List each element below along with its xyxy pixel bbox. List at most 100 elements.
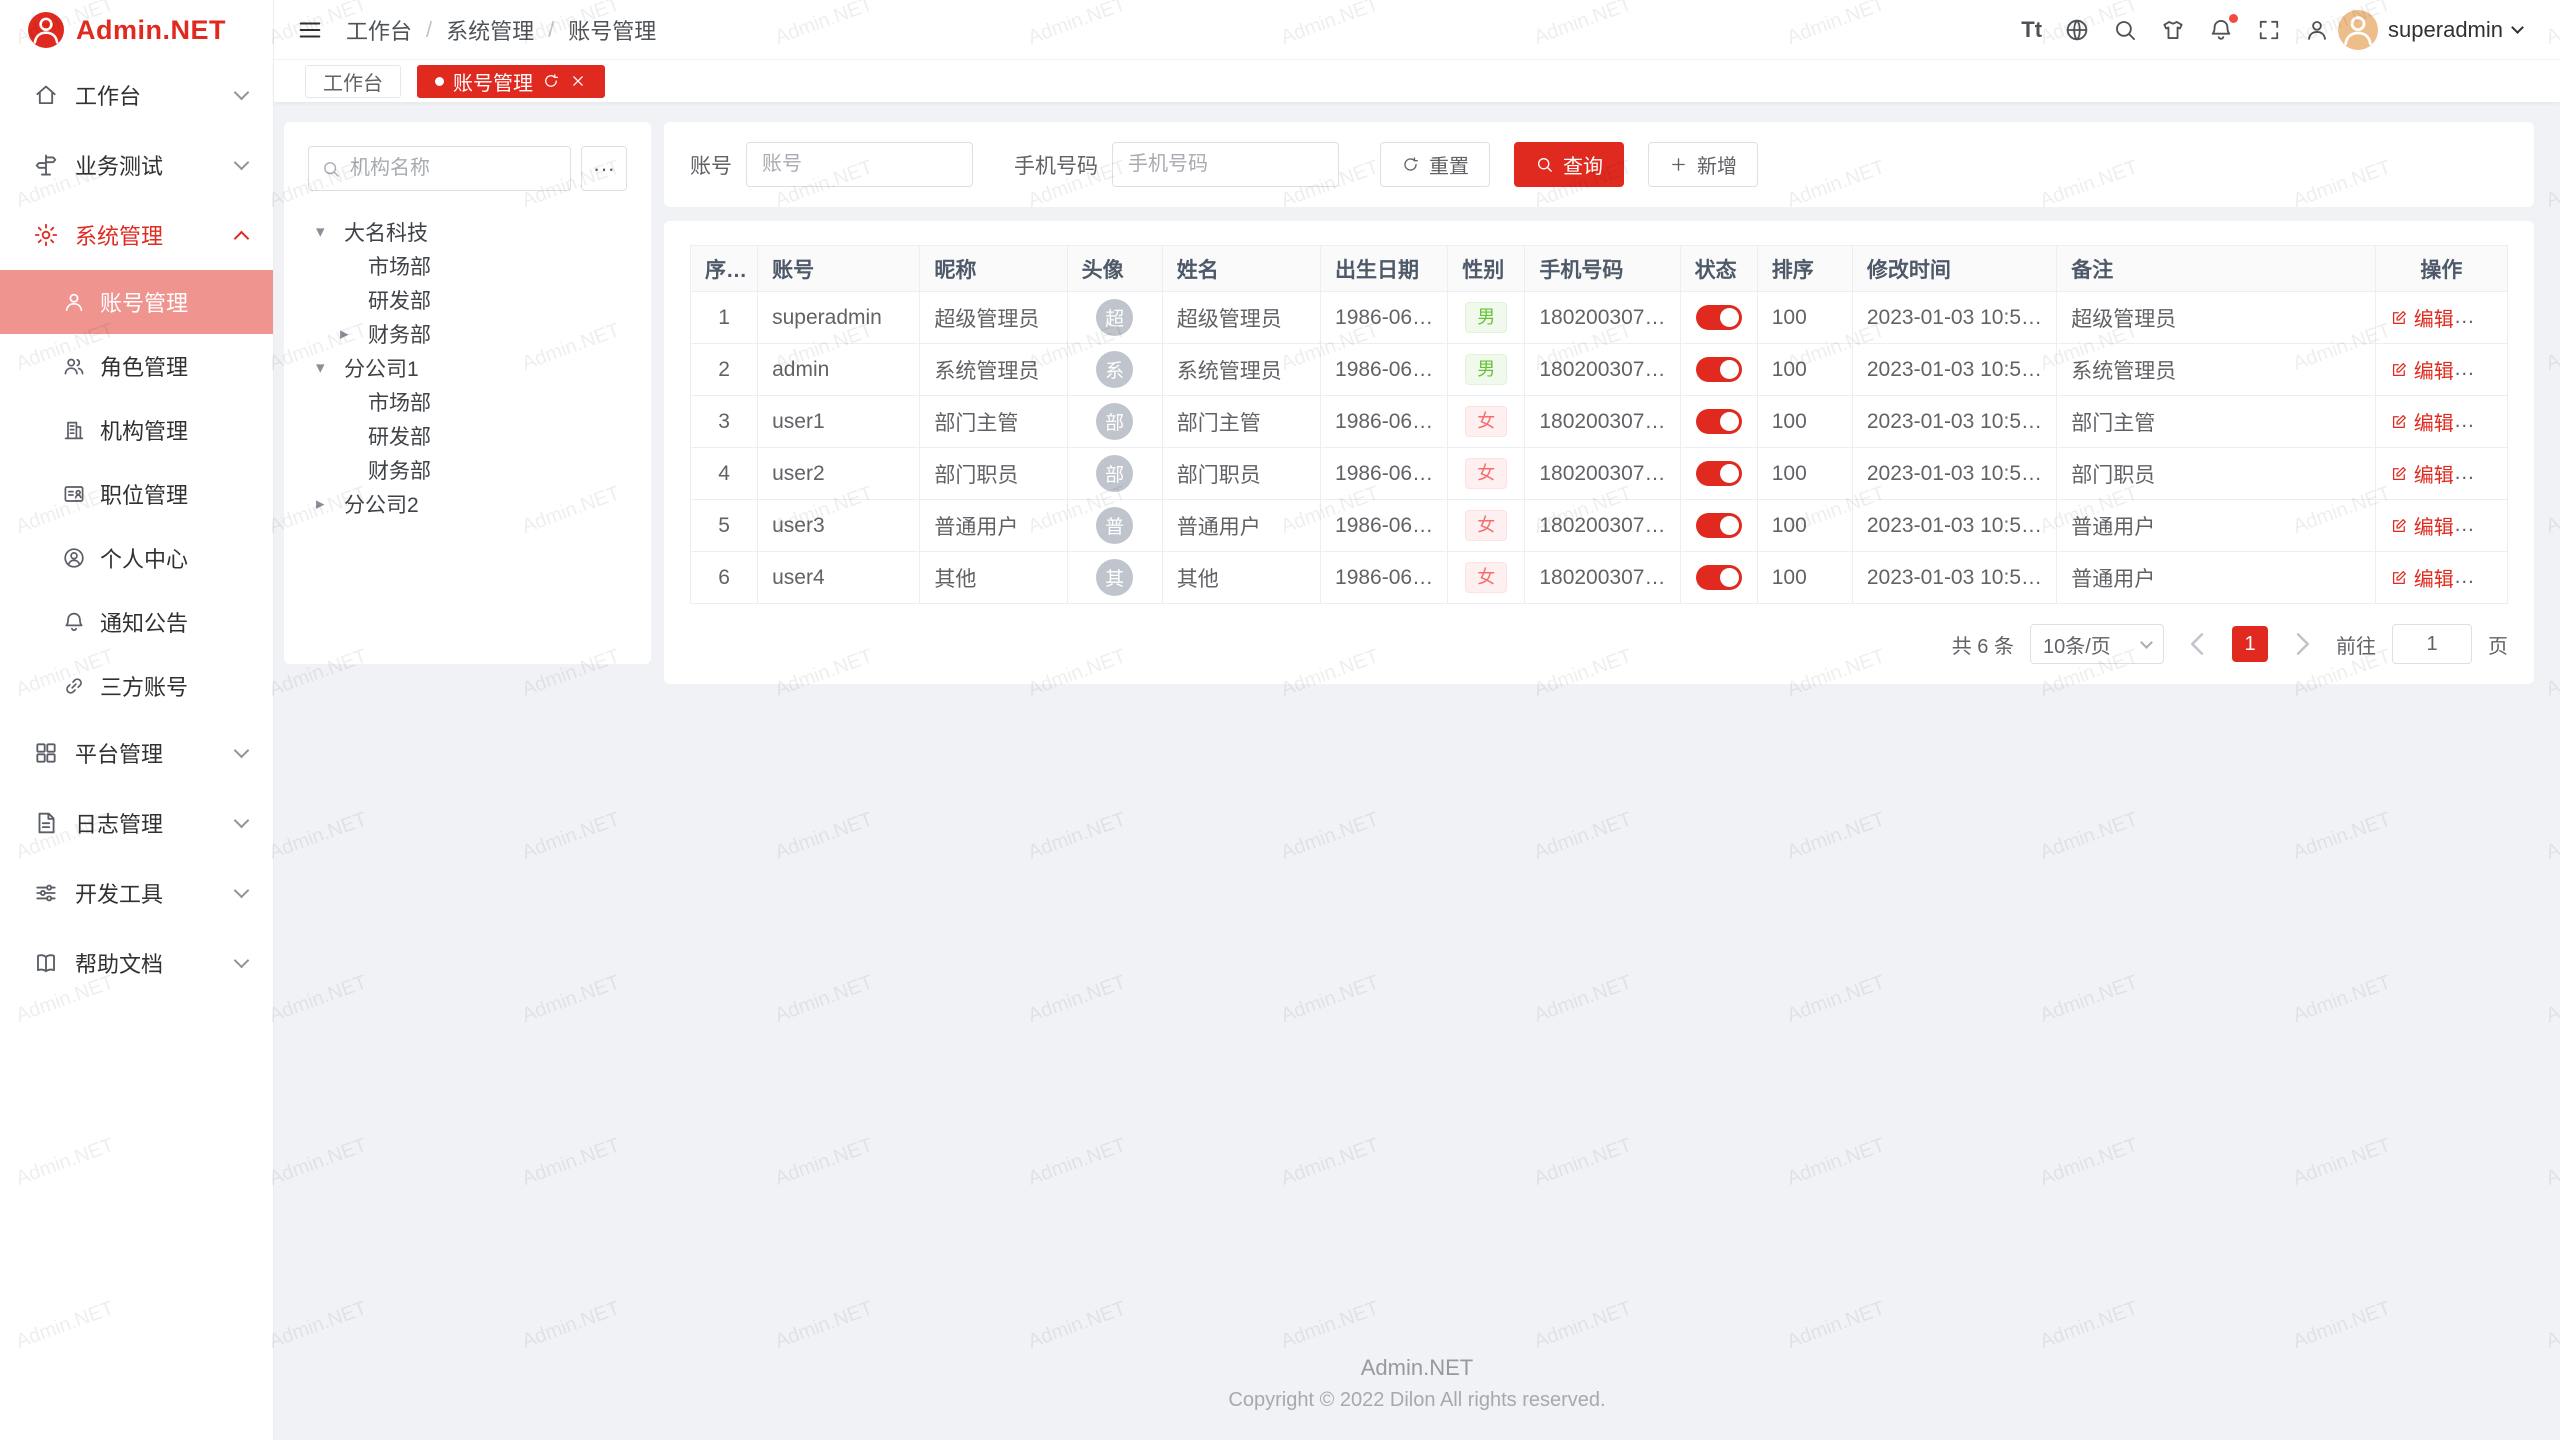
more-actions-button[interactable]: ··· bbox=[2472, 410, 2496, 433]
cell-nickname: 部门主管 bbox=[920, 396, 1067, 448]
app-logo[interactable]: Admin.NET bbox=[0, 0, 273, 60]
status-toggle[interactable] bbox=[1696, 357, 1742, 382]
edit-button[interactable]: 编辑 bbox=[2390, 459, 2454, 488]
tree-node-研发部[interactable]: 研发部 bbox=[308, 419, 627, 453]
footer-copyright: Copyright © 2022 Dilon All rights reserv… bbox=[274, 1389, 2560, 1412]
sidebar-item-开发工具[interactable]: 开发工具 bbox=[0, 858, 273, 928]
sidebar-item-帮助文档[interactable]: 帮助文档 bbox=[0, 928, 273, 998]
edit-label: 编辑 bbox=[2414, 407, 2454, 436]
hamburger-menu-icon[interactable] bbox=[296, 16, 324, 44]
logo-text: Admin.NET bbox=[76, 15, 226, 46]
status-toggle[interactable] bbox=[1696, 513, 1742, 538]
chevron-down-icon bbox=[234, 85, 250, 101]
sidebar-subitem-三方账号[interactable]: 三方账号 bbox=[0, 654, 273, 718]
more-actions-button[interactable]: ··· bbox=[2472, 462, 2496, 485]
tree-node-分公司2[interactable]: ▸分公司2 bbox=[308, 487, 627, 521]
fullscreen-icon[interactable] bbox=[2256, 17, 2282, 43]
refresh-icon[interactable] bbox=[542, 72, 560, 90]
sidebar-item-系统管理[interactable]: 系统管理 bbox=[0, 200, 273, 270]
more-actions-button[interactable]: ··· bbox=[2472, 566, 2496, 589]
goto-page-input[interactable] bbox=[2392, 624, 2472, 664]
cell-name: 部门职员 bbox=[1162, 448, 1320, 500]
page-size-select[interactable]: 10条/页 bbox=[2030, 624, 2164, 664]
sidebar-subitem-通知公告[interactable]: 通知公告 bbox=[0, 590, 273, 654]
tab-工作台[interactable]: 工作台 bbox=[305, 65, 401, 98]
sidebar-subitem-账号管理[interactable]: 账号管理 bbox=[0, 270, 273, 334]
more-actions-button[interactable]: ··· bbox=[2472, 306, 2496, 329]
tree-node-label: 研发部 bbox=[368, 421, 431, 451]
tree-expand-icon[interactable]: ▸ bbox=[316, 494, 344, 514]
font-size-icon[interactable]: Tt bbox=[2021, 17, 2042, 43]
add-button[interactable]: 新增 bbox=[1648, 142, 1758, 187]
edit-button[interactable]: 编辑 bbox=[2390, 511, 2454, 540]
org-more-button[interactable]: ··· bbox=[581, 146, 627, 191]
breadcrumb-item-工作台[interactable]: 工作台 bbox=[346, 14, 412, 46]
sidebar-item-平台管理[interactable]: 平台管理 bbox=[0, 718, 273, 788]
tab-账号管理[interactable]: 账号管理 bbox=[417, 65, 605, 98]
sidebar-subitem-职位管理[interactable]: 职位管理 bbox=[0, 462, 273, 526]
org-search-box bbox=[308, 146, 571, 191]
tree-expand-icon[interactable]: ▾ bbox=[316, 222, 344, 242]
status-toggle[interactable] bbox=[1696, 565, 1742, 590]
sidebar-item-业务测试[interactable]: 业务测试 bbox=[0, 130, 273, 200]
sidebar-item-日志管理[interactable]: 日志管理 bbox=[0, 788, 273, 858]
org-icon bbox=[62, 418, 86, 442]
cell-sort: 100 bbox=[1757, 448, 1852, 500]
tree-node-分公司1[interactable]: ▾分公司1 bbox=[308, 351, 627, 385]
cell-status bbox=[1680, 344, 1757, 396]
user-icon[interactable] bbox=[2304, 17, 2330, 43]
tree-node-大名科技[interactable]: ▾大名科技 bbox=[308, 215, 627, 249]
tree-node-财务部[interactable]: 财务部 bbox=[308, 453, 627, 487]
org-panel: ··· ▾大名科技市场部研发部▸财务部▾分公司1市场部研发部财务部▸分公司2 bbox=[284, 122, 651, 664]
search-icon[interactable] bbox=[2112, 17, 2138, 43]
reset-button[interactable]: 重置 bbox=[1380, 142, 1490, 187]
column-header-序号: 序号 bbox=[691, 246, 758, 292]
users-table-card: 序号账号昵称头像姓名出生日期性别手机号码状态排序修改时间备注操作 1supera… bbox=[664, 221, 2534, 684]
theme-icon[interactable] bbox=[2160, 17, 2186, 43]
globe-icon[interactable] bbox=[2064, 17, 2090, 43]
edit-button[interactable]: 编辑 bbox=[2390, 407, 2454, 436]
query-button[interactable]: 查询 bbox=[1514, 142, 1624, 187]
tree-node-市场部[interactable]: 市场部 bbox=[308, 385, 627, 419]
status-toggle[interactable] bbox=[1696, 305, 1742, 330]
chevron-down-icon bbox=[2511, 21, 2524, 34]
sidebar-subitem-角色管理[interactable]: 角色管理 bbox=[0, 334, 273, 398]
edit-button[interactable]: 编辑 bbox=[2390, 563, 2454, 592]
cell-account: superadmin bbox=[758, 292, 920, 344]
table-row-user3: 5user3普通用户普普通用户1986-06-28女18020030720100… bbox=[691, 500, 2508, 552]
notification-bell-icon[interactable] bbox=[2208, 17, 2234, 43]
user-dropdown[interactable]: superadmin bbox=[2338, 10, 2522, 50]
org-search-input[interactable] bbox=[350, 157, 558, 180]
tree-expand-icon[interactable]: ▾ bbox=[316, 358, 344, 378]
sidebar-subitem-机构管理[interactable]: 机构管理 bbox=[0, 398, 273, 462]
more-actions-button[interactable]: ··· bbox=[2472, 358, 2496, 381]
tree-node-财务部[interactable]: ▸财务部 bbox=[308, 317, 627, 351]
tree-expand-icon[interactable]: ▸ bbox=[340, 324, 368, 344]
content: ··· ▾大名科技市场部研发部▸财务部▾分公司1市场部研发部财务部▸分公司2 账… bbox=[274, 102, 2560, 1335]
table-row-user2: 4user2部门职员部部门职员1986-06-28女18020030720100… bbox=[691, 448, 2508, 500]
next-page-button[interactable] bbox=[2284, 626, 2320, 662]
edit-button[interactable]: 编辑 bbox=[2390, 303, 2454, 332]
cell-avatar: 超 bbox=[1067, 292, 1162, 344]
phone-input[interactable] bbox=[1112, 142, 1339, 187]
more-actions-button[interactable]: ··· bbox=[2472, 514, 2496, 537]
tree-node-研发部[interactable]: 研发部 bbox=[308, 283, 627, 317]
cell-account: user4 bbox=[758, 552, 920, 604]
status-toggle[interactable] bbox=[1696, 409, 1742, 434]
edit-button[interactable]: 编辑 bbox=[2390, 355, 2454, 384]
breadcrumb-item-系统管理[interactable]: 系统管理 bbox=[446, 14, 534, 46]
table-row-admin: 2admin系统管理员系系统管理员1986-06-28男180200307201… bbox=[691, 344, 2508, 396]
close-icon[interactable] bbox=[569, 72, 587, 90]
edit-icon bbox=[2390, 569, 2408, 587]
tree-node-市场部[interactable]: 市场部 bbox=[308, 249, 627, 283]
sidebar-item-工作台[interactable]: 工作台 bbox=[0, 60, 273, 130]
column-header-排序: 排序 bbox=[1757, 246, 1852, 292]
prev-page-button[interactable] bbox=[2180, 626, 2216, 662]
cell-actions: 编辑 ··· bbox=[2375, 552, 2507, 604]
status-toggle[interactable] bbox=[1696, 461, 1742, 486]
table-body: 1superadmin超级管理员超超级管理员1986-06-28男1802003… bbox=[691, 292, 2508, 604]
query-label: 查询 bbox=[1563, 150, 1603, 179]
sidebar-subitem-个人中心[interactable]: 个人中心 bbox=[0, 526, 273, 590]
page-number-1[interactable]: 1 bbox=[2232, 626, 2268, 662]
account-input[interactable] bbox=[746, 142, 973, 187]
